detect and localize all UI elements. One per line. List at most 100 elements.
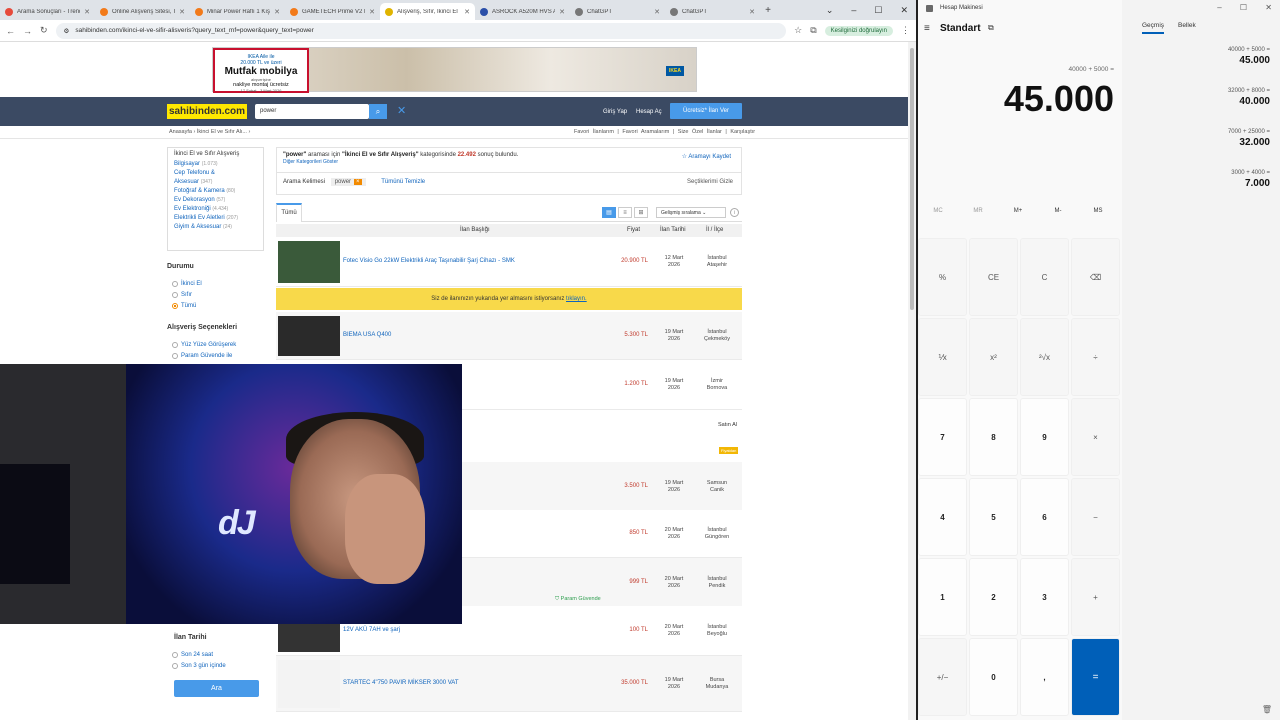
forward-icon[interactable]: →	[23, 26, 32, 36]
calc-key[interactable]: +/−	[918, 638, 967, 716]
page-scrollbar[interactable]	[908, 42, 916, 720]
browser-tab[interactable]: GAMETECH Prime V2 P ✕	[285, 3, 380, 20]
browser-tab[interactable]: ASROCK A520M HVS A ✕	[475, 3, 570, 20]
sort-dropdown[interactable]: Gelişmiş sıralama ⌄	[656, 207, 726, 218]
col-title[interactable]: İlan Başlığı	[460, 227, 490, 233]
search-icon[interactable]: ⌕	[369, 104, 387, 119]
register-link[interactable]: Hesap Aç	[636, 109, 662, 115]
calc-key[interactable]: +	[1071, 558, 1120, 636]
address-bar[interactable]: ⚙ sahibinden.com/ikinci-el-ve-sifir-alis…	[55, 22, 787, 39]
history-tab[interactable]: Bellek	[1178, 22, 1196, 29]
calc-key[interactable]: ⌫	[1071, 238, 1120, 316]
hide-selected-link[interactable]: Seçtiklerimi Gizle	[687, 179, 733, 185]
radio-circle[interactable]	[172, 663, 178, 669]
save-search-link[interactable]: ☆ Aramayı Kaydet	[682, 153, 731, 160]
history-item[interactable]: 7000 + 25000 = 32.000	[1128, 129, 1270, 148]
site-logo[interactable]: sahibinden.com	[167, 104, 247, 119]
post-ad-button[interactable]: Ücretsiz* İlan Ver	[670, 103, 742, 119]
calc-key[interactable]: %	[918, 238, 967, 316]
browser-tab[interactable]: Arama Sonuçları - Trend ✕	[0, 3, 95, 20]
category-item[interactable]: Ev Dekorasyon (57)	[174, 196, 257, 205]
list-view-icon[interactable]: ▤	[602, 207, 616, 218]
search-button[interactable]: Ara	[174, 680, 259, 697]
buy-link[interactable]: Satın Al	[718, 422, 737, 428]
memory-button[interactable]: MC	[918, 208, 958, 214]
tab-close-icon[interactable]: ✕	[654, 8, 660, 16]
keyword-tag[interactable]: power ×	[330, 178, 366, 186]
listing-thumbnail[interactable]	[278, 316, 340, 356]
menu-icon[interactable]: ⋮	[901, 25, 910, 36]
minimize-button[interactable]: –	[851, 5, 856, 16]
login-link[interactable]: Giriş Yap	[603, 109, 627, 115]
new-tab-button[interactable]: +	[760, 5, 776, 16]
category-item[interactable]: Elektrikli Ev Aletleri (207)	[174, 214, 257, 223]
calc-key[interactable]: CE	[969, 238, 1018, 316]
tab-close-icon[interactable]: ✕	[464, 8, 470, 16]
history-item[interactable]: 3000 + 4000 = 7.000	[1128, 170, 1270, 189]
table-row[interactable]: BIEMA USA Q400 5.300 TL 19 Mart 2026 İstanbu…	[276, 312, 742, 360]
maximize-button[interactable]: ☐	[874, 5, 882, 16]
history-item[interactable]: 40000 + 5000 = 45.000	[1128, 47, 1270, 66]
calc-key[interactable]: ,	[1020, 638, 1069, 716]
browser-tab[interactable]: Minar Power Raflı 1 Kışı ✕	[190, 3, 285, 20]
calc-key[interactable]: 6	[1020, 478, 1069, 556]
close-button[interactable]: ✕	[900, 5, 908, 16]
listing-title[interactable]: BIEMA USA Q400	[343, 332, 391, 338]
bookmark-star-icon[interactable]: ☆	[794, 25, 802, 36]
calc-key[interactable]: x²	[969, 318, 1018, 396]
radio-option[interactable]: Tümü	[172, 303, 196, 309]
category-item[interactable]: Bilgisayar (1.073)	[174, 160, 257, 169]
scrollbar-thumb[interactable]	[910, 48, 914, 310]
site-search-input[interactable]: power	[255, 104, 369, 119]
category-item[interactable]: Aksesuar (347)	[174, 178, 257, 187]
compact-view-icon[interactable]: ≡	[618, 207, 632, 218]
calc-key[interactable]: C	[1020, 238, 1069, 316]
radio-option[interactable]: Sıfır	[172, 292, 192, 298]
radio-circle[interactable]	[172, 292, 178, 298]
category-header[interactable]: İkinci El ve Sıfır Alışveriş	[174, 151, 257, 157]
site-info-icon[interactable]: ⚙	[64, 27, 70, 35]
browser-tab[interactable]: Alışveriş, Sıfır, İkinci El ✕	[380, 3, 475, 20]
col-date[interactable]: İlan Tarihi	[660, 227, 686, 233]
tab-close-icon[interactable]: ✕	[369, 8, 375, 16]
radio-option[interactable]: Son 24 saat	[172, 652, 213, 658]
col-price[interactable]: Fiyat	[627, 227, 640, 233]
radio-circle[interactable]	[172, 353, 178, 359]
tab-close-icon[interactable]: ✕	[749, 8, 755, 16]
browser-tab[interactable]: ChatGPT ✕	[570, 3, 665, 20]
other-categories-link[interactable]: Diğer Kategorileri Göster	[283, 159, 735, 165]
promo-link[interactable]: tıklayın.	[566, 296, 587, 302]
hamburger-menu-icon[interactable]: ≡	[924, 23, 930, 34]
calc-key[interactable]: 5	[969, 478, 1018, 556]
category-item[interactable]: Cep Telefonu &	[174, 169, 257, 178]
calc-key[interactable]: 1	[918, 558, 967, 636]
clear-history-icon[interactable]: 🗑	[1262, 705, 1272, 714]
history-item[interactable]: 32000 + 8000 = 40.000	[1128, 88, 1270, 107]
remove-keyword-icon[interactable]: ×	[354, 179, 362, 185]
radio-option[interactable]: Yüz Yüze Görüşerek	[172, 342, 236, 348]
memory-button[interactable]: M-	[1038, 208, 1078, 214]
radio-circle[interactable]	[172, 281, 178, 287]
extensions-icon[interactable]: ⧉	[810, 25, 816, 36]
tab-close-icon[interactable]: ✕	[179, 8, 185, 16]
keep-on-top-icon[interactable]: ⧉	[988, 23, 994, 33]
calc-key[interactable]: ²√x	[1020, 318, 1069, 396]
category-item[interactable]: Giyim & Aksesuar (24)	[174, 223, 257, 232]
calc-key[interactable]: 0	[969, 638, 1018, 716]
col-location[interactable]: İl / İlçe	[706, 227, 723, 233]
dropdown-icon[interactable]: ⌄	[826, 5, 834, 16]
calc-key[interactable]: 7	[918, 398, 967, 476]
radio-circle[interactable]	[172, 652, 178, 658]
favorites-links[interactable]: Favori İlanlarım | Favori Aramalarım | S…	[574, 129, 755, 135]
clear-search-icon[interactable]: ✕	[397, 104, 406, 119]
memory-button[interactable]: MS	[1078, 208, 1118, 214]
info-icon[interactable]: i	[730, 208, 739, 217]
memory-button[interactable]: M+	[998, 208, 1038, 214]
calc-key[interactable]: 8	[969, 398, 1018, 476]
listing-title[interactable]: Fotec Visio Go 22kW Elektrikli Araç Taşı…	[343, 258, 515, 264]
calc-key[interactable]: ×	[1071, 398, 1120, 476]
calc-key[interactable]: 9	[1020, 398, 1069, 476]
radio-circle[interactable]	[172, 303, 178, 309]
calc-key[interactable]: =	[1071, 638, 1120, 716]
radio-option[interactable]: İkinci El	[172, 281, 202, 287]
